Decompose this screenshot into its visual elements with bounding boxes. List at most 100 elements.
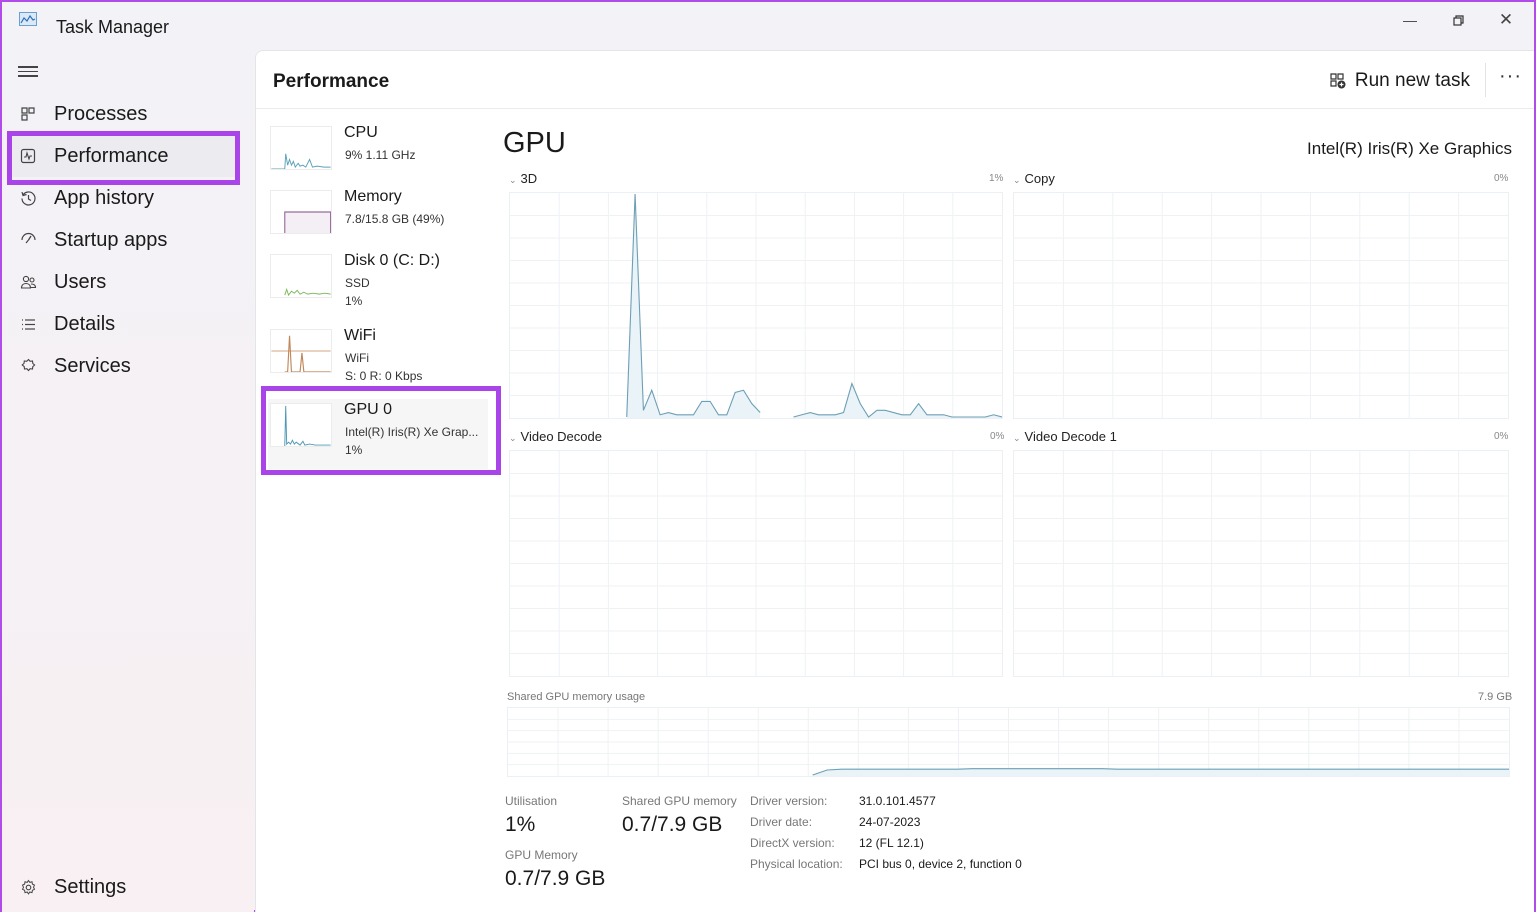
startup-icon	[18, 230, 38, 250]
engine-graph-3d	[509, 192, 1003, 419]
sidebar-item-label: App history	[54, 186, 155, 209]
physical-location-value: PCI bus 0, device 2, function 0	[859, 857, 1022, 871]
utilisation-value: 1%	[505, 813, 536, 836]
engine-percent: 1%	[989, 173, 1004, 184]
minimize-icon: —	[1403, 12, 1417, 28]
engine-label: Video Decode	[520, 429, 602, 444]
page-header: Performance Run new task ···	[256, 51, 1534, 109]
driver-date-label: Driver date:	[750, 815, 813, 829]
more-options-button[interactable]: ···	[1499, 65, 1522, 88]
resource-detail: 1%	[345, 443, 363, 457]
services-icon	[18, 356, 38, 376]
hamburger-menu-button[interactable]	[18, 63, 38, 79]
sidebar-item-label: Processes	[54, 102, 148, 125]
resource-name: WiFi	[344, 327, 376, 344]
engine-graph-copy	[1013, 192, 1509, 419]
sidebar-item-performance[interactable]: Performance	[10, 135, 238, 177]
resource-item-memory[interactable]: Memory 7.8/15.8 GB (49%)	[268, 186, 488, 254]
run-new-task-button[interactable]: Run new task	[1329, 70, 1470, 92]
sidebar-item-startup-apps[interactable]: Startup apps	[10, 219, 238, 261]
memory-thumbnail-graph	[270, 190, 332, 234]
resource-name: Memory	[344, 188, 402, 205]
resource-detail: 9% 1.11 GHz	[345, 148, 416, 162]
shared-gpu-memory-value: 0.7/7.9 GB	[622, 813, 723, 836]
window-title: Task Manager	[56, 17, 170, 37]
header-divider	[1485, 63, 1486, 97]
title-bar: Task Manager — ✕	[2, 2, 1534, 50]
performance-icon	[18, 146, 38, 166]
sidebar-item-settings[interactable]: Settings	[10, 866, 238, 908]
physical-location-label: Physical location:	[750, 857, 843, 871]
sidebar-item-processes[interactable]: Processes	[10, 93, 238, 135]
engine-label: Video Decode 1	[1024, 429, 1117, 444]
minimize-button[interactable]: —	[1390, 8, 1430, 32]
engine-percent: 0%	[990, 431, 1005, 442]
sidebar-item-label: Users	[54, 270, 107, 293]
resource-detail: SSD	[345, 276, 370, 290]
run-task-icon	[1330, 73, 1346, 89]
gpu-model-name: Intel(R) Iris(R) Xe Graphics	[1307, 139, 1512, 158]
close-button[interactable]: ✕	[1486, 8, 1526, 32]
shared-memory-graph-label: Shared GPU memory usage	[507, 691, 646, 703]
driver-date-value: 24-07-2023	[859, 815, 921, 829]
engine-selector-copy[interactable]: ⌄ Copy	[1013, 171, 1055, 186]
sidebar-item-label: Performance	[54, 144, 169, 167]
engine-label: Copy	[1024, 171, 1055, 186]
shared-memory-graph	[507, 707, 1510, 777]
engine-selector-video-decode-1[interactable]: ⌄ Video Decode 1	[1013, 429, 1117, 444]
chevron-down-icon: ⌄	[1013, 433, 1021, 443]
resource-detail: S: 0 R: 0 Kbps	[345, 369, 423, 383]
engine-selector-3d[interactable]: ⌄ 3D	[509, 171, 537, 186]
performance-page: Performance Run new task ··· CPU 9% 1.11…	[255, 50, 1534, 912]
sidebar-item-services[interactable]: Services	[10, 345, 238, 387]
processes-icon	[18, 104, 38, 124]
thumbnail-trace	[284, 211, 331, 233]
chart-video-decode	[510, 451, 1002, 676]
thumbnail-trace	[271, 153, 331, 169]
sidebar-item-label: Startup apps	[54, 228, 168, 251]
engine-graph-video-decode-1	[1013, 450, 1509, 677]
chevron-down-icon: ⌄	[509, 175, 517, 185]
shared-memory-graph-max: 7.9 GB	[1478, 691, 1513, 703]
sidebar-item-users[interactable]: Users	[10, 261, 238, 303]
resource-item-gpu0[interactable]: GPU 0 Intel(R) Iris(R) Xe Grap... 1%	[268, 399, 488, 469]
shared-gpu-memory-label: Shared GPU memory	[622, 794, 737, 808]
driver-version-value: 31.0.101.4577	[859, 794, 936, 808]
restore-button[interactable]	[1438, 8, 1478, 32]
wifi-thumbnail-graph	[270, 329, 332, 373]
resource-name: CPU	[344, 124, 378, 141]
engine-label: 3D	[520, 171, 538, 186]
directx-version-value: 12 (FL 12.1)	[859, 836, 924, 850]
resource-item-wifi[interactable]: WiFi WiFi S: 0 R: 0 Kbps	[268, 325, 488, 393]
sidebar-item-details[interactable]: Details	[10, 303, 238, 345]
resource-item-cpu[interactable]: CPU 9% 1.11 GHz	[268, 122, 488, 190]
engine-percent: 0%	[1494, 431, 1509, 442]
chart-shared-memory	[508, 708, 1509, 776]
resource-item-disk[interactable]: Disk 0 (C: D:) SSD 1%	[268, 250, 488, 318]
thumbnail-trace	[284, 335, 331, 372]
sidebar-nav: Processes Performance App history Startu…	[2, 50, 254, 912]
sidebar-item-label: Details	[54, 312, 116, 335]
sidebar-item-label: Services	[54, 354, 131, 377]
chevron-down-icon: ⌄	[509, 433, 517, 443]
chart-copy	[1014, 193, 1508, 418]
gpu-heading: GPU	[503, 127, 566, 159]
sidebar-item-app-history[interactable]: App history	[10, 177, 238, 219]
directx-version-label: DirectX version:	[750, 836, 835, 850]
resource-name: GPU 0	[344, 401, 393, 418]
resource-detail: 1%	[345, 294, 363, 308]
series-line	[793, 381, 1002, 418]
engine-selector-video-decode[interactable]: ⌄ Video Decode	[509, 429, 602, 444]
close-icon: ✕	[1498, 10, 1514, 29]
utilisation-label: Utilisation	[505, 794, 558, 808]
restore-icon	[1452, 14, 1464, 26]
run-new-task-label: Run new task	[1354, 70, 1470, 91]
disk-thumbnail-graph	[270, 254, 332, 298]
driver-version-label: Driver version:	[750, 794, 828, 808]
chart-video-decode-1	[1014, 451, 1508, 676]
gpu-memory-label: GPU Memory	[505, 848, 578, 862]
gear-icon	[18, 877, 38, 897]
engine-percent: 0%	[1494, 173, 1509, 184]
chevron-down-icon: ⌄	[1013, 175, 1021, 185]
users-icon	[18, 272, 38, 292]
